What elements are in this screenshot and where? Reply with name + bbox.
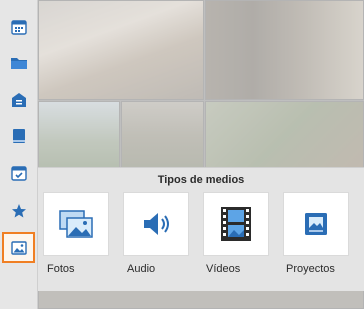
media-type-videos-button[interactable] <box>204 193 268 255</box>
star-icon <box>11 203 26 217</box>
media-type-projects-button[interactable] <box>284 193 348 255</box>
image-icon <box>10 240 27 255</box>
film-icon <box>221 207 251 241</box>
calendar-icon <box>10 19 27 35</box>
sidebar-places-button[interactable] <box>4 85 33 114</box>
sidebar <box>0 0 38 309</box>
media-type-audio-label: Audio <box>127 263 156 275</box>
sidebar-favorites-button[interactable] <box>4 196 33 225</box>
media-type-photos-label: Fotos <box>47 263 75 275</box>
folder-icon <box>10 57 27 69</box>
sidebar-folders-button[interactable] <box>4 48 33 77</box>
sidebar-media-button[interactable] <box>2 232 35 263</box>
media-type-photos-button[interactable] <box>44 193 108 255</box>
calendar-check-icon <box>10 165 27 181</box>
sidebar-events-button[interactable] <box>4 158 33 187</box>
photos-icon <box>59 210 93 238</box>
project-album-icon <box>305 213 327 235</box>
home-icon <box>11 92 26 107</box>
media-type-videos-label: Vídeos <box>206 263 241 275</box>
media-type-projects-label: Proyectos <box>286 263 335 275</box>
book-icon <box>12 128 25 143</box>
media-types-panel: Tipos de medios Fotos Audio Vídeos Proye… <box>38 167 364 291</box>
speaker-icon <box>144 213 169 235</box>
sidebar-albums-button[interactable] <box>4 121 33 150</box>
media-types-title: Tipos de medios <box>157 174 245 186</box>
sidebar-calendar-button[interactable] <box>4 12 33 41</box>
media-type-audio-button[interactable] <box>124 193 188 255</box>
